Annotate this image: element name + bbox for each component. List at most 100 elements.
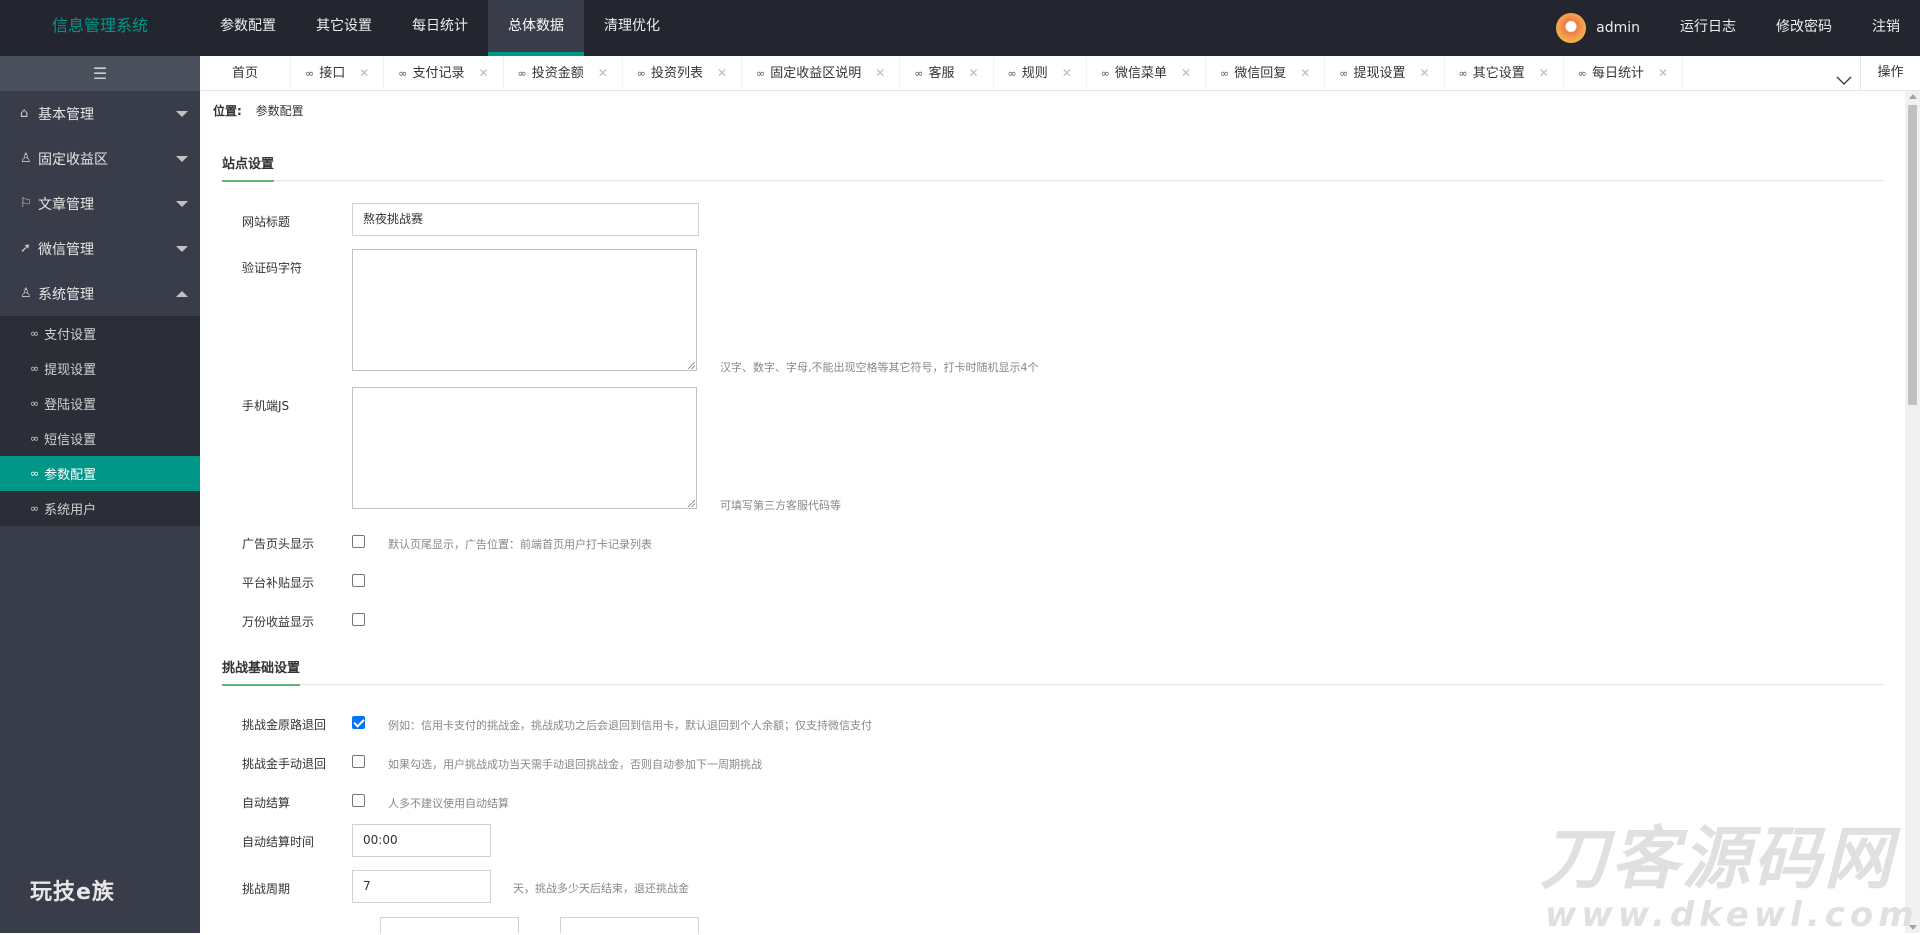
close-icon[interactable]: ✕: [1419, 56, 1429, 90]
auto-settle-checkbox[interactable]: [352, 794, 365, 807]
mobile-js-textarea[interactable]: [352, 387, 697, 509]
caret-up-icon: [176, 291, 188, 297]
scroll-up-arrow-icon[interactable]: [1909, 94, 1917, 99]
manual-refund-hint: 如果勾选，用户挑战成功当天需手动退回挑战金，否则自动参加下一周期挑战: [388, 758, 762, 771]
section-title: 挑战基础设置: [222, 657, 301, 686]
ad-header-checkbox[interactable]: [352, 535, 365, 548]
logout-link[interactable]: 注销: [1852, 0, 1920, 56]
top-nav-cleanup[interactable]: 清理优化: [584, 0, 680, 56]
run-log-link[interactable]: 运行日志: [1660, 0, 1756, 56]
caret-down-icon: [176, 156, 188, 162]
captcha-chars-hint: 汉字、数字、字母,不能出现空格等其它符号，打卡时随机显示4个: [720, 361, 1039, 374]
tab-label: 投资列表: [650, 66, 703, 81]
top-nav-params[interactable]: 参数配置: [200, 0, 296, 56]
refund-original-checkbox[interactable]: [352, 716, 365, 729]
close-icon[interactable]: ✕: [1658, 56, 1668, 90]
subsidy-label: 平台补贴显示: [242, 576, 315, 590]
tab-label: 提现设置: [1353, 66, 1406, 81]
caret-down-icon: [176, 201, 188, 207]
tab-other-settings[interactable]: ∞ 其它设置 ✕: [1445, 56, 1564, 90]
home-icon: ⌂: [20, 106, 29, 121]
tab-fixed-income-desc[interactable]: ∞ 固定收益区说明 ✕: [742, 56, 901, 90]
close-icon[interactable]: ✕: [359, 56, 369, 90]
site-title-input[interactable]: 熬夜挑战赛: [352, 203, 699, 236]
captcha-chars-label: 验证码字符: [242, 261, 303, 275]
tab-list: 首页 ∞ 接口 ✕ ∞ 支付记录 ✕ ∞ 投资金额 ✕ ∞ 投资列表 ✕ ∞ 固定收益区说明 ✕ ∞…: [200, 56, 1684, 90]
close-icon[interactable]: ✕: [478, 56, 488, 90]
close-icon[interactable]: ✕: [875, 56, 885, 90]
sidebar-group-articles[interactable]: ⚐ 文章管理: [0, 181, 200, 226]
link-icon: ∞: [1458, 67, 1468, 80]
sidebar-item-sms-settings[interactable]: ∞ 短信设置: [0, 421, 200, 456]
ad-header-hint: 默认页尾显示，广告位置：前端首页用户打卡记录列表: [388, 538, 652, 551]
sidebar-item-withdraw-settings[interactable]: ∞ 提现设置: [0, 351, 200, 386]
section-challenge-settings: 挑战基础设置: [220, 649, 1885, 686]
sidebar-item-label: 参数配置: [44, 468, 97, 483]
sidebar-group-wechat[interactable]: ➚ 微信管理: [0, 226, 200, 271]
sidebar-group-label: 文章管理: [38, 196, 94, 213]
brand-logo: 玩技e族: [30, 880, 115, 905]
close-icon[interactable]: ✕: [1539, 56, 1549, 90]
user-menu[interactable]: admin: [1536, 13, 1660, 43]
sidebar-item-payment-settings[interactable]: ∞ 支付设置: [0, 316, 200, 351]
tab-investment-amount[interactable]: ∞ 投资金额 ✕: [504, 56, 623, 90]
tab-investment-list[interactable]: ∞ 投资列表 ✕: [623, 56, 743, 90]
top-nav-daily-stats[interactable]: 每日统计: [392, 0, 488, 56]
send-icon: ➚: [20, 241, 31, 256]
income-display-checkbox[interactable]: [352, 613, 365, 626]
close-icon[interactable]: ✕: [1300, 56, 1310, 90]
auto-settle-time-input[interactable]: 00:00: [352, 824, 491, 857]
close-icon[interactable]: ✕: [968, 56, 978, 90]
subsidy-checkbox[interactable]: [352, 574, 365, 587]
top-nav-overall-data[interactable]: 总体数据: [488, 0, 584, 56]
change-password-link[interactable]: 修改密码: [1756, 0, 1852, 56]
link-icon: ∞: [1577, 67, 1587, 80]
close-icon[interactable]: ✕: [1062, 56, 1072, 90]
sidebar-item-params-config[interactable]: ∞ 参数配置: [0, 456, 200, 491]
link-icon: ∞: [1100, 67, 1110, 80]
mobile-js-hint: 可填写第三方客服代码等: [720, 499, 841, 512]
sidebar-group-basic[interactable]: ⌂ 基本管理: [0, 91, 200, 136]
tab-home[interactable]: 首页: [200, 56, 292, 90]
watermark-text: 刀客源码网: [1540, 820, 1896, 899]
sidebar-toggle-button[interactable]: ☰: [0, 56, 200, 91]
mobile-js-label: 手机端JS: [242, 399, 290, 413]
sidebar-group-system[interactable]: ♙ 系统管理: [0, 271, 200, 316]
tab-wechat-menu[interactable]: ∞ 微信菜单 ✕: [1087, 56, 1207, 90]
top-header: 信息管理系统 参数配置 其它设置 每日统计 总体数据 清理优化 admin 运行…: [0, 0, 1920, 56]
link-icon: ∞: [1007, 67, 1017, 80]
next-row-input-2[interactable]: [560, 917, 699, 933]
link-icon: ∞: [30, 327, 40, 340]
link-icon: ∞: [1220, 67, 1230, 80]
content-scrollbar[interactable]: [1905, 91, 1920, 933]
manual-refund-checkbox[interactable]: [352, 755, 365, 768]
sidebar-item-system-users[interactable]: ∞ 系统用户: [0, 491, 200, 526]
next-row-input-1[interactable]: [380, 917, 519, 933]
tabs-operation-button[interactable]: 操作: [1860, 56, 1920, 90]
tab-api[interactable]: ∞ 接口 ✕: [291, 56, 385, 90]
close-icon[interactable]: ✕: [717, 56, 727, 90]
avatar: [1556, 13, 1587, 43]
tab-label: 接口: [319, 66, 346, 81]
tab-daily-stats[interactable]: ∞ 每日统计 ✕: [1564, 56, 1684, 90]
challenge-cycle-input[interactable]: 7: [352, 870, 491, 903]
tabs-more-button[interactable]: [1828, 56, 1860, 90]
link-icon: ∞: [756, 67, 766, 80]
close-icon[interactable]: ✕: [1181, 56, 1191, 90]
breadcrumb: 位置: 参数配置: [213, 102, 304, 119]
auto-settle-label: 自动结算: [242, 796, 291, 810]
tab-customer-service[interactable]: ∞ 客服 ✕: [900, 56, 994, 90]
scrollbar-thumb[interactable]: [1908, 105, 1917, 405]
tab-wechat-reply[interactable]: ∞ 微信回复 ✕: [1206, 56, 1326, 90]
sidebar-item-login-settings[interactable]: ∞ 登陆设置: [0, 386, 200, 421]
tab-payment-records[interactable]: ∞ 支付记录 ✕: [384, 56, 504, 90]
captcha-chars-textarea[interactable]: [352, 249, 697, 371]
sidebar-group-fixed-income[interactable]: ♙ 固定收益区: [0, 136, 200, 181]
sidebar-item-label: 系统用户: [44, 503, 97, 518]
app-logo[interactable]: 信息管理系统: [0, 0, 200, 56]
close-icon[interactable]: ✕: [598, 56, 608, 90]
tab-withdraw-settings[interactable]: ∞ 提现设置 ✕: [1325, 56, 1445, 90]
top-nav-other-settings[interactable]: 其它设置: [296, 0, 392, 56]
link-icon: ∞: [30, 362, 40, 375]
tab-rules[interactable]: ∞ 规则 ✕: [994, 56, 1087, 90]
